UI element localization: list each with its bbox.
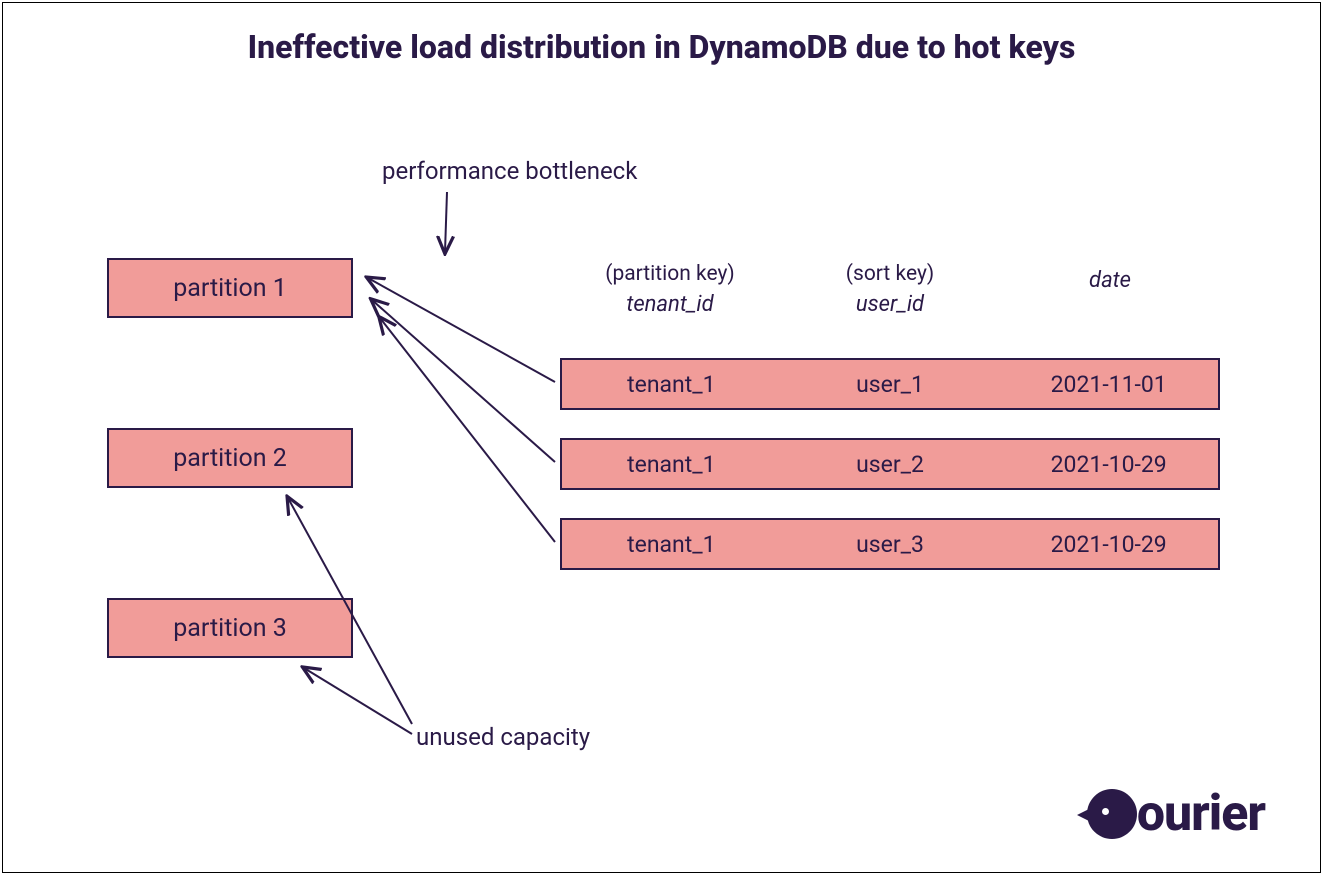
- partition-box-1: partition 1: [107, 258, 353, 318]
- cell-user: user_2: [781, 451, 1000, 478]
- bird-icon: [1087, 789, 1137, 839]
- cell-user: user_3: [781, 531, 1000, 558]
- header-name: user_id: [780, 292, 1000, 317]
- cell-date: 2021-11-01: [999, 371, 1218, 398]
- cell-date: 2021-10-29: [999, 531, 1218, 558]
- annotation-bottleneck: performance bottleneck: [382, 157, 637, 185]
- table-row: tenant_1 user_1 2021-11-01: [560, 358, 1220, 410]
- diagram-title: Ineffective load distribution in DynamoD…: [0, 28, 1323, 66]
- table-header-date: date: [1000, 262, 1220, 293]
- partition-box-2: partition 2: [107, 428, 353, 488]
- courier-logo: ourier: [1087, 785, 1265, 843]
- annotation-unused: unused capacity: [416, 723, 590, 751]
- cell-tenant: tenant_1: [562, 371, 781, 398]
- table-header-partition-key: (partition key) tenant_id: [560, 262, 780, 317]
- table-header-sort-key: (sort key) user_id: [780, 262, 1000, 317]
- cell-tenant: tenant_1: [562, 451, 781, 478]
- logo-text: ourier: [1137, 785, 1265, 843]
- table-row: tenant_1 user_3 2021-10-29: [560, 518, 1220, 570]
- header-paren: (sort key): [780, 262, 1000, 286]
- header-name: tenant_id: [560, 292, 780, 317]
- header-name: date: [1000, 268, 1220, 293]
- partition-label: partition 1: [173, 274, 287, 303]
- table-row: tenant_1 user_2 2021-10-29: [560, 438, 1220, 490]
- header-paren: (partition key): [560, 262, 780, 286]
- partition-label: partition 3: [173, 614, 287, 643]
- cell-user: user_1: [781, 371, 1000, 398]
- cell-tenant: tenant_1: [562, 531, 781, 558]
- partition-box-3: partition 3: [107, 598, 353, 658]
- partition-label: partition 2: [173, 444, 287, 473]
- cell-date: 2021-10-29: [999, 451, 1218, 478]
